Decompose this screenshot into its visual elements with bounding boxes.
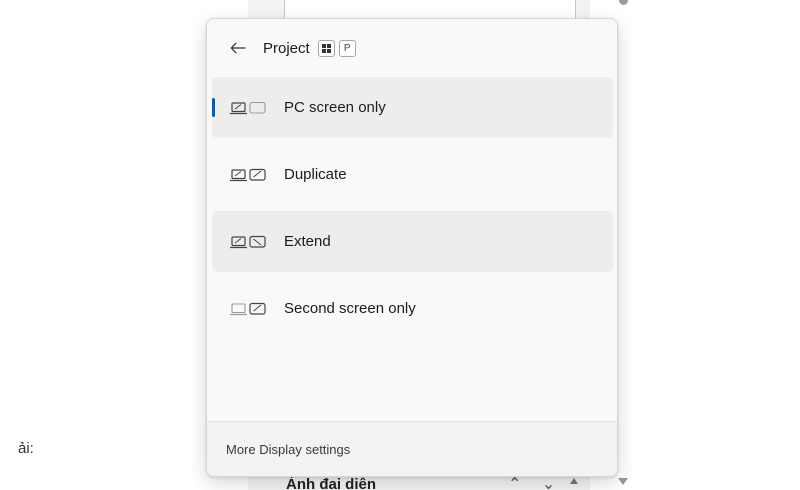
project-flyout: Project P PC screen only Duplicate Exten… <box>206 18 618 477</box>
scroll-up-arrow-icon[interactable] <box>570 478 578 484</box>
flyout-title: Project <box>263 39 310 57</box>
background-field-label: Ảnh đại diện <box>286 476 376 490</box>
option-second-screen-only[interactable]: Second screen only <box>212 278 613 339</box>
option-pc-screen-only[interactable]: PC screen only <box>212 77 613 138</box>
windows-logo-icon <box>321 43 331 53</box>
more-display-settings-link[interactable]: More Display settings <box>226 442 350 457</box>
background-label: ải: <box>18 440 34 457</box>
scroll-down-arrow-icon[interactable] <box>618 478 628 485</box>
flyout-header: Project P <box>207 19 617 77</box>
second-screen-only-icon <box>230 302 266 315</box>
selected-indicator <box>212 98 215 117</box>
arrow-left-icon <box>230 42 246 54</box>
flyout-footer: More Display settings <box>207 421 617 476</box>
p-key-badge: P <box>338 39 356 57</box>
screen: ải: Ảnh đại diện ⌃ ⌄ Project P PC screen… <box>0 0 800 490</box>
option-duplicate[interactable]: Duplicate <box>212 144 613 205</box>
option-label: PC screen only <box>284 99 386 116</box>
back-button[interactable] <box>227 37 249 59</box>
option-label: Duplicate <box>284 166 347 183</box>
duplicate-icon <box>230 168 266 181</box>
extend-icon <box>230 235 266 248</box>
option-label: Extend <box>284 233 331 250</box>
windows-key-badge <box>317 39 335 57</box>
option-extend[interactable]: Extend <box>212 211 613 272</box>
pc-screen-only-icon <box>230 101 266 114</box>
option-label: Second screen only <box>284 300 416 317</box>
scrollbar-thumb[interactable] <box>619 0 628 5</box>
